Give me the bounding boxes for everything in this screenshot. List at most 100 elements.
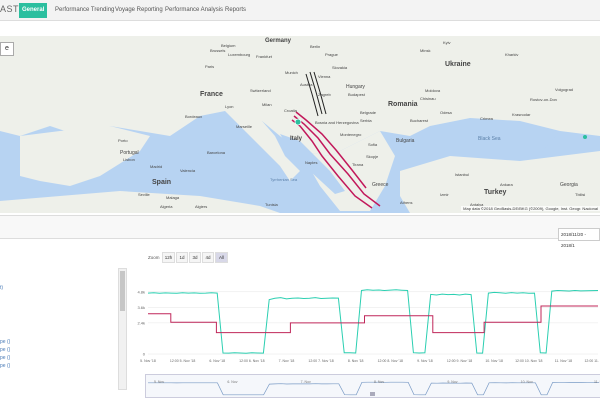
map-label-frankfurt: Frankfurt — [256, 54, 273, 59]
destination-marker — [583, 135, 587, 139]
map-label-tunisia: Tunisia — [265, 202, 279, 207]
map-label-valencia: Valencia — [180, 168, 196, 173]
series-line-2 — [148, 305, 598, 334]
x-tick-label: 12:00 10. Nov '18 — [515, 359, 542, 363]
map-label-romania: Romania — [388, 101, 418, 108]
x-tick-label: 6. Nov '18 — [209, 359, 225, 363]
map-label-marseille: Marseille — [236, 124, 253, 129]
map-label-serbia: Serbia — [360, 118, 372, 123]
scrollbar-thumb[interactable] — [120, 271, 125, 311]
map-label-zagreb: Zagreb — [318, 92, 331, 97]
map-label-italy: Italy — [290, 136, 303, 142]
section-separator — [0, 215, 600, 239]
map-label-france: France — [200, 91, 223, 98]
map-label-bucharest: Bucharest — [410, 118, 429, 123]
map-label-spain: Spain — [152, 179, 171, 186]
top-navigation-bar: AST General Performance Trending Voyage … — [0, 0, 600, 21]
navigator-tick-label: 5. Nov — [154, 380, 164, 384]
map-label-izmir: Izmir — [440, 192, 449, 197]
map-label-moldova: Moldova — [425, 88, 441, 93]
map-label-madrid: Madrid — [150, 164, 162, 169]
map-label-bordeaux: Bordeaux — [185, 114, 202, 119]
left-panel-line[interactable]: pe () — [0, 355, 10, 361]
map-label-algiers: Algiers — [195, 204, 207, 209]
map-label-sofia: Sofia — [368, 142, 378, 147]
map-label-ukraine: Ukraine — [445, 61, 471, 68]
navigator-svg[interactable]: 5. Nov 6. Nov 7. Nov 8. Nov 9. Nov 10. Nov 11.… — [146, 375, 600, 397]
map-zoom-button[interactable]: e — [0, 42, 14, 56]
map-label-istanbul: Istanbul — [455, 172, 469, 177]
map-label-kharkiv: Kharkiv — [505, 52, 518, 57]
x-tick-label: 11. Nov '18 — [555, 359, 572, 363]
map-label-chisinau: Chisinau — [420, 96, 436, 101]
map-label-montenegro: Montenegro — [340, 132, 362, 137]
map-label-ankara: Ankara — [500, 182, 513, 187]
x-tick-label: 9. Nov '18 — [417, 359, 433, 363]
map-label-luxembourg: Luxembourg — [228, 52, 250, 57]
map-label-minsk: Minsk — [420, 48, 430, 53]
x-tick-label: 12:00 9. Nov '18 — [447, 359, 472, 363]
map-label-bulgaria: Bulgaria — [396, 138, 415, 144]
map-label-greece: Greece — [372, 182, 389, 188]
map-label-munich: Munich — [285, 70, 298, 75]
left-panel-line[interactable]: pe () — [0, 339, 10, 345]
left-panel-line[interactable]: pe () — [0, 363, 10, 369]
left-panel-line[interactable]: t) — [0, 285, 3, 291]
map-label-tbilisi: Tbilisi — [575, 192, 585, 197]
map-label-krasnodar: Krasnodar — [512, 112, 531, 117]
navigator-tick-label: 11. Nov — [594, 380, 600, 384]
left-panel-scrollbar[interactable] — [118, 268, 127, 390]
tab-reports[interactable]: Reports — [222, 3, 249, 18]
map-label-tyrrhenian: Tyrrhenian Sea — [270, 177, 298, 182]
map-label-bosnia: Bosnia and Herzegovina — [315, 120, 359, 125]
map-label-brussels: Brussels — [210, 48, 225, 53]
x-tick-label: 8. Nov '18 — [348, 359, 364, 363]
map-label-malaga: Malaga — [166, 195, 180, 200]
y-tick-label: 2.4k — [137, 320, 145, 325]
map-label-odesa: Odesa — [440, 110, 453, 115]
map-label-tirana: Tirana — [352, 162, 364, 167]
vessel-position-marker — [294, 118, 302, 126]
tab-voyage-reporting[interactable]: Voyage Reporting — [112, 3, 166, 18]
date-range-input[interactable]: 2018/11/20 - 2018/1 — [558, 228, 600, 248]
x-tick-label: 7. Nov '18 — [279, 359, 295, 363]
map-label-lisbon: Lisbon — [123, 157, 135, 162]
map-label-skopje: Skopje — [366, 154, 379, 159]
map-label-georgia: Georgia — [560, 182, 578, 188]
map-label-switzerland: Switzerland — [250, 88, 271, 93]
zoom-label: Zoom — [148, 255, 160, 260]
navigator-tick-label: 10. Nov — [521, 380, 533, 384]
y-tick-label: 3.6k — [137, 305, 145, 310]
map-label-berlin: Berlin — [310, 44, 320, 49]
performance-chart[interactable]: 4.8k 3.6k 2.4k 0 5. Nov '18 12:00 5. Nov '18 6… — [130, 262, 600, 372]
map-label-slovakia: Slovakia — [332, 65, 348, 70]
land-iberia — [20, 126, 150, 186]
x-tick-label: 12:00 6. Nov '18 — [239, 359, 264, 363]
map-label-volgograd: Volgograd — [555, 87, 573, 92]
map-label-lyon: Lyon — [225, 104, 234, 109]
x-tick-label: 10. Nov '18 — [485, 359, 503, 363]
map-label-austria: Austria — [300, 82, 313, 87]
voyage-map[interactable]: Germany Belgium Luxembourg Prague Paris … — [0, 36, 600, 213]
tab-general[interactable]: General — [19, 3, 48, 18]
navigator-tick-label: 7. Nov — [301, 380, 311, 384]
map-label-turkey: Turkey — [484, 189, 507, 196]
chart-navigator[interactable]: 5. Nov 6. Nov 7. Nov 8. Nov 9. Nov 10. Nov 11.… — [145, 374, 600, 398]
x-tick-label: 12:00 5. Nov '18 — [170, 359, 195, 363]
tab-performance-trending[interactable]: Performance Trending — [52, 3, 117, 18]
map-label-vienna: Vienna — [318, 74, 331, 79]
left-panel: t) pe () pe () pe () pe () — [0, 240, 126, 400]
map-label-paris: Paris — [205, 64, 214, 69]
map-label-seville: Seville — [138, 192, 151, 197]
tab-performance-analysis[interactable]: Performance Analysis — [162, 3, 226, 18]
map-label-hungary: Hungary — [346, 84, 365, 90]
y-tick-label: 4.8k — [137, 289, 145, 294]
left-panel-line[interactable]: pe () — [0, 347, 10, 353]
navigator-tick-label: 6. Nov — [227, 380, 237, 384]
map-label-milan: Milan — [262, 102, 272, 107]
map-label-athens: Athens — [400, 200, 412, 205]
map-label-crimea: Crimea — [480, 116, 494, 121]
x-tick-label: 5. Nov '18 — [140, 359, 156, 363]
map-label-kyiv: Kyiv — [443, 40, 451, 45]
y-tick-label: 0 — [143, 352, 146, 357]
